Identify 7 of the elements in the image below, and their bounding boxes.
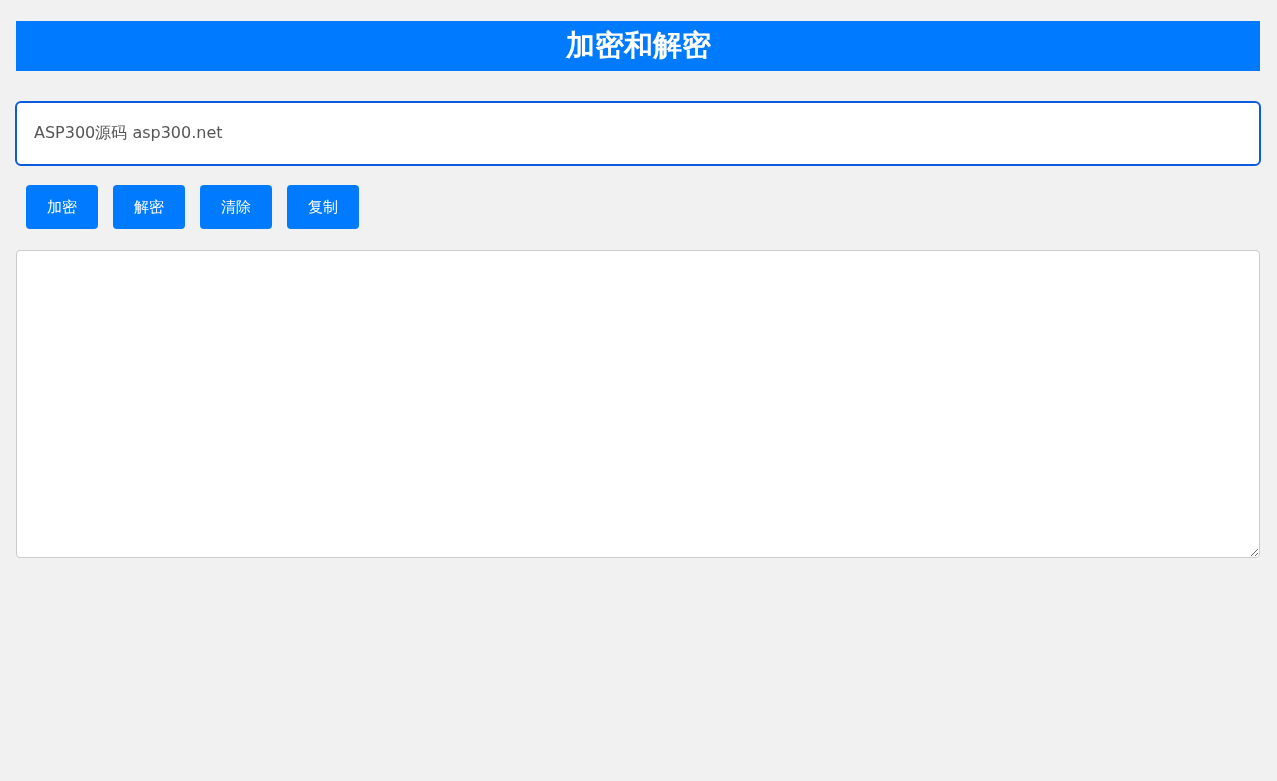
text-input-field[interactable]: ASP300源码 asp300.net	[15, 101, 1261, 166]
output-text-area[interactable]	[16, 250, 1260, 558]
action-button[interactable]: 解密	[113, 185, 185, 229]
action-button[interactable]: 清除	[200, 185, 272, 229]
action-button[interactable]: 加密	[26, 185, 98, 229]
action-button[interactable]: 复制	[287, 185, 359, 229]
page-title: 加密和解密	[16, 21, 1260, 71]
